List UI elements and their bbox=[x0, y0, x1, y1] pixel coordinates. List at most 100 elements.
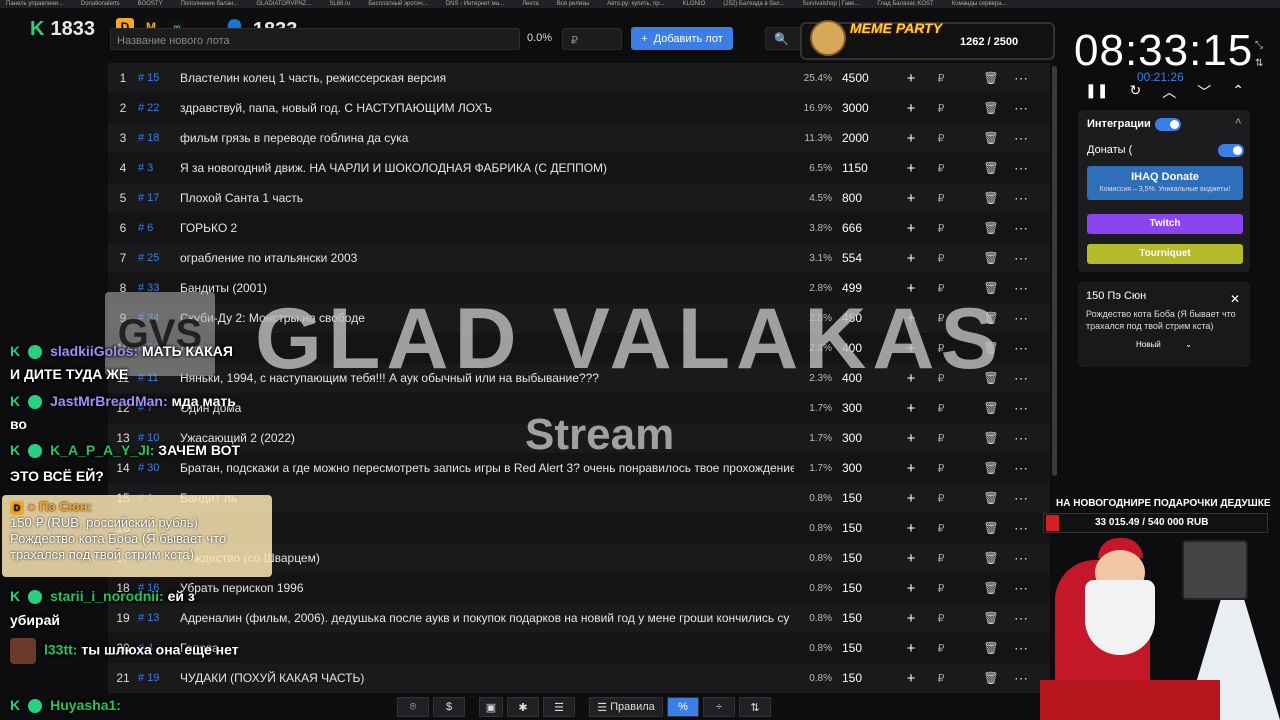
browser-tab[interactable]: Глад Балахас KOST bbox=[877, 1, 933, 7]
more-icon[interactable]: ⋯ bbox=[1006, 250, 1036, 267]
lot-amount[interactable]: 300 bbox=[836, 461, 896, 475]
lot-name[interactable]: Голова bbox=[180, 641, 794, 655]
lot-name[interactable]: ЧУДАКИ (ПОХУЙ КАКАЯ ЧАСТЬ) bbox=[180, 671, 794, 685]
add-amount-icon[interactable]: + bbox=[896, 490, 926, 507]
trash-icon[interactable]: 🗑 bbox=[976, 641, 1006, 655]
bug-icon[interactable]: ✱ bbox=[507, 697, 539, 717]
trash-icon[interactable]: 🗑 bbox=[976, 551, 1006, 565]
browser-tab[interactable]: Все релизы bbox=[557, 1, 589, 7]
lot-name[interactable]: здравствуй, папа, новый год. С НАСТУПАЮЩ… bbox=[180, 101, 794, 115]
chevron-down-icon[interactable]: ﹀ bbox=[1197, 82, 1211, 102]
add-amount-icon[interactable]: + bbox=[896, 550, 926, 567]
more-icon[interactable]: ⋯ bbox=[1006, 580, 1036, 597]
add-amount-icon[interactable]: + bbox=[896, 460, 926, 477]
more-icon[interactable]: ⋯ bbox=[1006, 340, 1036, 357]
reset-icon[interactable]: ↻ bbox=[1129, 82, 1141, 102]
table-row[interactable]: 3 # 18 фильм грязь в переводе гоблина да с… bbox=[108, 123, 1050, 153]
trash-icon[interactable]: 🗑 bbox=[976, 521, 1006, 535]
trash-icon[interactable]: 🗑 bbox=[976, 101, 1006, 115]
ruble-icon[interactable]: ₽ bbox=[926, 132, 956, 145]
browser-tab[interactable]: GLADIATORVPNZ... bbox=[256, 1, 311, 7]
donations-toggle[interactable] bbox=[1218, 144, 1244, 157]
notification-select[interactable]: Новый ⌄ bbox=[1086, 340, 1242, 349]
ruble-icon[interactable]: ₽ bbox=[926, 552, 956, 565]
more-icon[interactable]: ⋯ bbox=[1006, 670, 1036, 687]
pause-icon[interactable]: ❚❚ bbox=[1085, 82, 1108, 102]
lot-amount[interactable]: 150 bbox=[836, 491, 896, 505]
more-icon[interactable]: ⋯ bbox=[1006, 400, 1036, 417]
more-icon[interactable]: ⋯ bbox=[1006, 100, 1036, 117]
browser-tab[interactable]: Лента bbox=[522, 1, 539, 7]
table-row[interactable]: 2 # 22 здравствуй, папа, новый год. С НАСТ… bbox=[108, 93, 1050, 123]
double-up-icon[interactable]: ⌃ bbox=[1232, 82, 1244, 102]
table-row[interactable]: 5 # 17 Плохой Санта 1 часть 4.5% 800 + ₽ 🗑 ⋯ bbox=[108, 183, 1050, 213]
add-amount-icon[interactable]: + bbox=[896, 610, 926, 627]
browser-tab[interactable]: DNS - Интернет ма... bbox=[446, 1, 504, 7]
lot-name[interactable]: Властелин колец 1 часть, режиссерская ве… bbox=[180, 71, 794, 85]
more-icon[interactable]: ⋯ bbox=[1006, 610, 1036, 627]
lot-name[interactable]: ограбление по итальянски 2003 bbox=[180, 251, 794, 265]
new-lot-input[interactable]: Название нового лота bbox=[110, 28, 520, 50]
lot-amount[interactable]: 3000 bbox=[836, 101, 896, 115]
more-icon[interactable]: ⋯ bbox=[1006, 310, 1036, 327]
lot-amount[interactable]: 2000 bbox=[836, 131, 896, 145]
lot-amount[interactable]: 150 bbox=[836, 551, 896, 565]
lot-name[interactable]: ГОРЬКО 2 bbox=[180, 221, 794, 235]
split-icon[interactable]: ÷ bbox=[703, 697, 735, 717]
table-row[interactable]: 20 # 4 Голова 0.8% 150 + ₽ 🗑 ⋯ bbox=[108, 633, 1050, 663]
ruble-icon[interactable]: ₽ bbox=[926, 462, 956, 475]
table-row[interactable]: 19 # 13 Адреналин (фильм, 2006). дедушька … bbox=[108, 603, 1050, 633]
trash-icon[interactable]: 🗑 bbox=[976, 161, 1006, 175]
browser-tab[interactable]: Бесплатный эротич... bbox=[368, 1, 427, 7]
lot-amount[interactable]: 554 bbox=[836, 251, 896, 265]
ruble-icon[interactable]: ₽ bbox=[926, 222, 956, 235]
browser-tab[interactable]: Авто.ру: купить, пр... bbox=[607, 1, 664, 7]
add-amount-icon[interactable]: + bbox=[896, 70, 926, 87]
more-icon[interactable]: ⋯ bbox=[1006, 190, 1036, 207]
more-icon[interactable]: ⋯ bbox=[1006, 640, 1036, 657]
trash-icon[interactable]: 🗑 bbox=[976, 131, 1006, 145]
more-icon[interactable]: ⋯ bbox=[1006, 550, 1036, 567]
more-icon[interactable]: ⋯ bbox=[1006, 280, 1036, 297]
more-icon[interactable]: ⋯ bbox=[1006, 430, 1036, 447]
chevron-up-icon[interactable]: ︿ bbox=[1162, 82, 1176, 102]
lot-amount[interactable]: 4500 bbox=[836, 71, 896, 85]
lot-amount[interactable]: 150 bbox=[836, 641, 896, 655]
ruble-icon[interactable]: ₽ bbox=[926, 192, 956, 205]
add-amount-icon[interactable]: + bbox=[896, 640, 926, 657]
more-icon[interactable]: ⋯ bbox=[1006, 160, 1036, 177]
add-amount-icon[interactable]: + bbox=[896, 520, 926, 537]
search-input[interactable]: 🔍 bbox=[765, 27, 805, 50]
more-icon[interactable]: ⋯ bbox=[1006, 520, 1036, 537]
add-amount-icon[interactable]: + bbox=[896, 100, 926, 117]
github-icon[interactable]: ⌾ bbox=[397, 697, 429, 717]
ruble-icon[interactable]: ₽ bbox=[926, 522, 956, 535]
trash-icon[interactable]: 🗑 bbox=[976, 611, 1006, 625]
twitch-button[interactable]: Twitch bbox=[1087, 214, 1243, 234]
lot-name[interactable]: Адреналин (фильм, 2006). дедушька после … bbox=[180, 611, 794, 625]
dollar-icon[interactable]: $ bbox=[433, 697, 465, 717]
table-row[interactable]: 1 # 15 Властелин колец 1 часть, режиссерск… bbox=[108, 63, 1050, 93]
browser-tab[interactable]: (252) Балхада в бал... bbox=[723, 1, 784, 7]
lot-amount[interactable]: 150 bbox=[836, 671, 896, 685]
percent-icon[interactable]: % bbox=[667, 697, 699, 717]
lot-name[interactable]: фильм грязь в переводе гоблина да сука bbox=[180, 131, 794, 145]
trash-icon[interactable]: 🗑 bbox=[976, 431, 1006, 445]
lot-name[interactable]: Я за новогодний движ. НА ЧАРЛИ И ШОКОЛОД… bbox=[180, 161, 794, 175]
add-amount-icon[interactable]: + bbox=[896, 220, 926, 237]
browser-tab[interactable]: KLONIO bbox=[683, 1, 706, 7]
browser-tab[interactable]: Survivalshop | Гаве... bbox=[802, 1, 859, 7]
lot-amount[interactable]: 150 bbox=[836, 581, 896, 595]
table-row[interactable]: 7 # 25 ограбление по итальянски 2003 3.1% 55… bbox=[108, 243, 1050, 273]
ruble-icon[interactable]: ₽ bbox=[926, 432, 956, 445]
expand-icon[interactable]: ⇅ bbox=[1255, 58, 1263, 69]
trash-icon[interactable]: 🗑 bbox=[976, 401, 1006, 415]
ruble-icon[interactable]: ₽ bbox=[926, 72, 956, 85]
ruble-icon[interactable]: ₽ bbox=[926, 642, 956, 655]
list-icon[interactable]: ☰ bbox=[543, 697, 575, 717]
trash-icon[interactable]: 🗑 bbox=[976, 191, 1006, 205]
add-amount-icon[interactable]: + bbox=[896, 250, 926, 267]
lot-name[interactable]: Плохой Санта 1 часть bbox=[180, 191, 794, 205]
lot-name[interactable]: Ужасающий 2 (2022) bbox=[180, 431, 794, 445]
lot-price-input[interactable]: ₽ bbox=[562, 28, 622, 50]
